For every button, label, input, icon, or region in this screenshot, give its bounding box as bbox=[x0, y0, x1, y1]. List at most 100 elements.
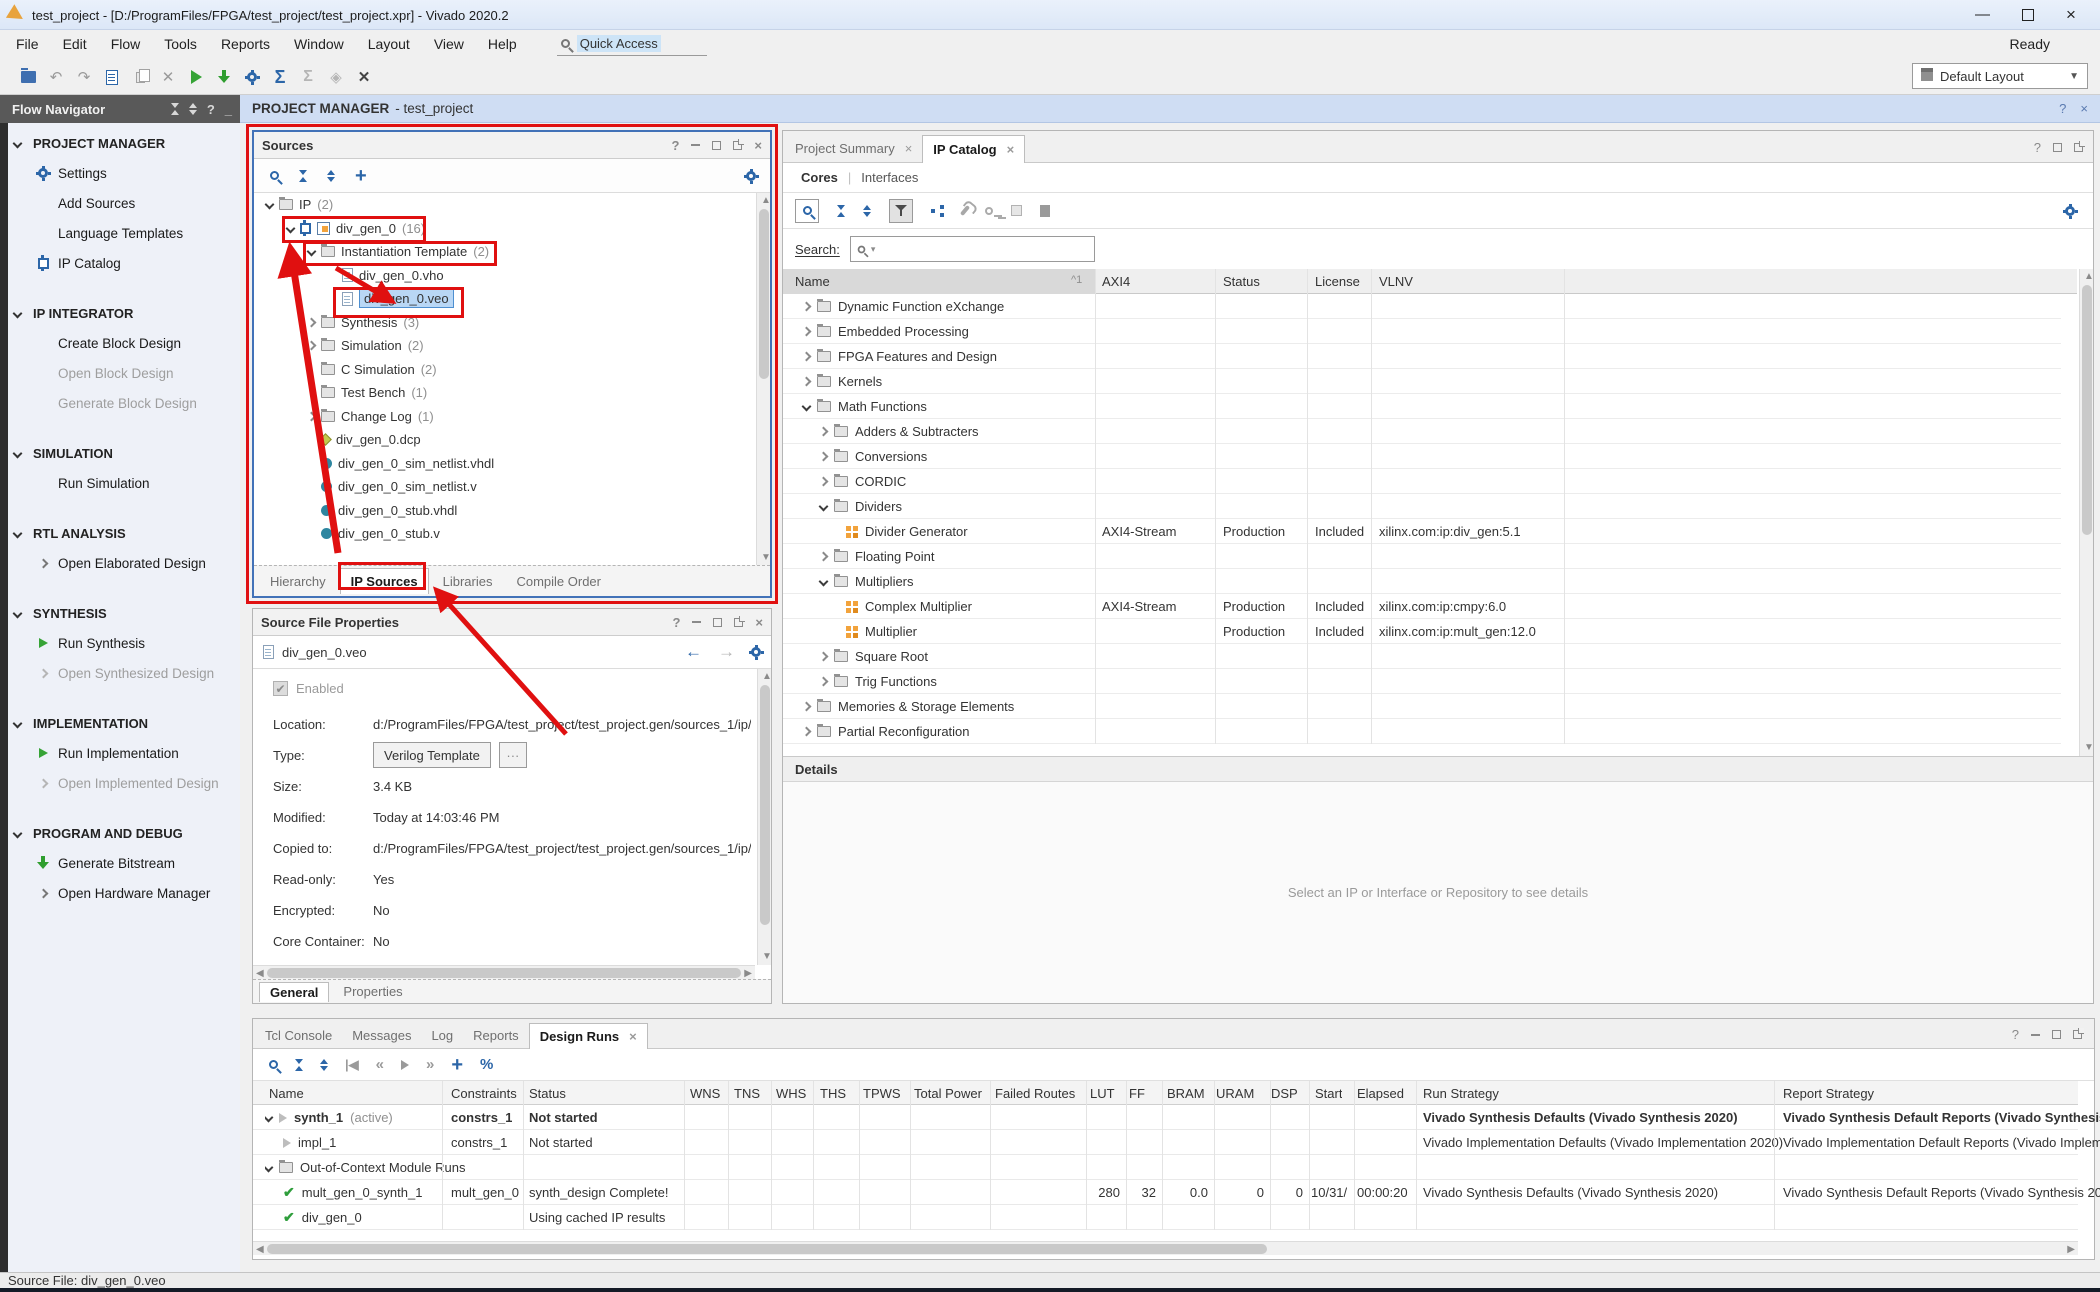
search-icon[interactable] bbox=[269, 1060, 278, 1069]
window-minimize-button[interactable]: — bbox=[1975, 6, 1990, 23]
float-panel-icon[interactable] bbox=[2074, 143, 2083, 152]
tab-messages[interactable]: Messages bbox=[342, 1023, 421, 1049]
tree-item-div-gen-0[interactable]: div_gen_0(16) bbox=[254, 217, 754, 241]
help-icon[interactable]: ? bbox=[2034, 140, 2041, 155]
gear-icon[interactable] bbox=[751, 647, 761, 657]
nav-item-create-block-design[interactable]: Create Block Design bbox=[8, 328, 240, 358]
tab-project-summary[interactable]: Project Summary× bbox=[785, 135, 922, 163]
forward-icon[interactable]: → bbox=[718, 642, 735, 662]
maximize-panel-icon[interactable] bbox=[712, 141, 721, 150]
properties-hscrollbar[interactable]: ◀ ▶ bbox=[253, 965, 755, 979]
help-icon[interactable]: ? bbox=[672, 615, 680, 630]
float-panel-icon[interactable] bbox=[2073, 1030, 2082, 1039]
expand-all-icon[interactable] bbox=[863, 205, 871, 217]
menu-flow[interactable]: Flow bbox=[99, 30, 153, 58]
expand-all-icon[interactable] bbox=[189, 103, 197, 115]
catalog-row-complex-multiplier[interactable]: Complex MultiplierAXI4-StreamProductionI… bbox=[783, 594, 2061, 619]
undo-icon[interactable]: ↶ bbox=[44, 66, 68, 88]
catalog-row-conversions[interactable]: Conversions bbox=[783, 444, 2061, 469]
column-header-status[interactable]: Status bbox=[1223, 269, 1260, 294]
expand-all-icon[interactable] bbox=[327, 170, 335, 182]
tree-item-c-simulation[interactable]: C Simulation(2) bbox=[254, 358, 754, 382]
column-header-total-power[interactable]: Total Power bbox=[914, 1081, 982, 1105]
tab-general[interactable]: General bbox=[259, 982, 329, 1002]
gear-icon[interactable] bbox=[746, 171, 756, 181]
tab-hierarchy[interactable]: Hierarchy bbox=[260, 568, 336, 594]
document-icon[interactable] bbox=[100, 66, 124, 88]
catalog-search-input[interactable]: ▾ bbox=[850, 236, 1095, 262]
column-header-tpws[interactable]: TPWS bbox=[863, 1081, 901, 1105]
column-header-elapsed[interactable]: Elapsed bbox=[1357, 1081, 1404, 1105]
maximize-panel-icon[interactable] bbox=[2052, 1030, 2061, 1039]
tab-tcl-console[interactable]: Tcl Console bbox=[255, 1023, 342, 1049]
nav-item-open-elaborated-design[interactable]: Open Elaborated Design bbox=[8, 548, 240, 578]
help-icon[interactable]: ? bbox=[207, 102, 215, 117]
collapse-all-icon[interactable] bbox=[295, 1059, 303, 1071]
catalog-row-adders-subtracters[interactable]: Adders & Subtracters bbox=[783, 419, 2061, 444]
menu-reports[interactable]: Reports bbox=[209, 30, 282, 58]
menu-tools[interactable]: Tools bbox=[152, 30, 209, 58]
tree-item-ip[interactable]: IP(2) bbox=[254, 193, 754, 217]
catalog-row-partial-reconfiguration[interactable]: Partial Reconfiguration bbox=[783, 719, 2061, 744]
generate-bitstream-icon[interactable] bbox=[212, 66, 236, 88]
column-header-tns[interactable]: TNS bbox=[734, 1081, 760, 1105]
run-icon[interactable] bbox=[184, 66, 208, 88]
catalog-row-multiplier[interactable]: MultiplierProductionIncludedxilinx.com:i… bbox=[783, 619, 2061, 644]
column-header-axi4[interactable]: AXI4 bbox=[1102, 269, 1130, 294]
tree-item-change-log[interactable]: Change Log(1) bbox=[254, 405, 754, 429]
nav-item-open-hardware-manager[interactable]: Open Hardware Manager bbox=[8, 878, 240, 908]
nav-section-header-project-manager[interactable]: PROJECT MANAGER bbox=[8, 128, 240, 158]
tab-ip-sources[interactable]: IP Sources bbox=[340, 568, 429, 594]
back-icon[interactable]: ← bbox=[685, 642, 702, 662]
nav-section-header-rtl-analysis[interactable]: RTL ANALYSIS bbox=[8, 518, 240, 548]
tree-item-div-gen-0-sim-netlist-vhdl[interactable]: div_gen_0_sim_netlist.vhdl bbox=[254, 452, 754, 476]
close-icon[interactable]: × bbox=[755, 615, 763, 630]
catalog-row-cordic[interactable]: CORDIC bbox=[783, 469, 2061, 494]
catalog-row-kernels[interactable]: Kernels bbox=[783, 369, 2061, 394]
collapse-all-icon[interactable] bbox=[299, 170, 307, 182]
menu-file[interactable]: File bbox=[4, 30, 51, 58]
tree-item-simulation[interactable]: Simulation(2) bbox=[254, 334, 754, 358]
collapse-all-icon[interactable] bbox=[171, 103, 179, 115]
nav-section-header-simulation[interactable]: SIMULATION bbox=[8, 438, 240, 468]
subtab-cores[interactable]: Cores bbox=[801, 170, 838, 185]
quick-access-box[interactable]: Quick Access bbox=[557, 32, 707, 56]
column-header-failed-routes[interactable]: Failed Routes bbox=[995, 1081, 1075, 1105]
catalog-row-memories-storage-elements[interactable]: Memories & Storage Elements bbox=[783, 694, 2061, 719]
run-row-out-of-context-module-runs[interactable]: Out-of-Context Module Runs bbox=[253, 1155, 2078, 1180]
subtab-interfaces[interactable]: Interfaces bbox=[861, 170, 918, 185]
tree-item-synthesis[interactable]: Synthesis(3) bbox=[254, 311, 754, 335]
menu-help[interactable]: Help bbox=[476, 30, 529, 58]
run-row-impl-1[interactable]: impl_1constrs_1Not startedVivado Impleme… bbox=[253, 1130, 2078, 1155]
search-icon[interactable] bbox=[270, 171, 279, 180]
tab-libraries[interactable]: Libraries bbox=[433, 568, 503, 594]
column-header-ths[interactable]: THS bbox=[820, 1081, 846, 1105]
column-header-dsp[interactable]: DSP bbox=[1271, 1081, 1298, 1105]
float-panel-icon[interactable] bbox=[734, 618, 743, 627]
tag-icon[interactable]: ◈ bbox=[324, 66, 348, 88]
catalog-row-math-functions[interactable]: Math Functions bbox=[783, 394, 2061, 419]
column-header-vlnv[interactable]: VLNV bbox=[1379, 269, 1413, 294]
minimize-panel-icon[interactable] bbox=[2031, 1034, 2040, 1036]
column-header-ff[interactable]: FF bbox=[1129, 1081, 1145, 1105]
tree-item-div-gen-0-vho[interactable]: div_gen_0.vho bbox=[254, 264, 754, 288]
column-header-uram[interactable]: URAM bbox=[1216, 1081, 1254, 1105]
close-icon[interactable]: × bbox=[629, 1029, 637, 1044]
run-row-div-gen-0[interactable]: ✔div_gen_0Using cached IP results bbox=[253, 1205, 2078, 1230]
tab-log[interactable]: Log bbox=[421, 1023, 463, 1049]
nav-item-run-synthesis[interactable]: Run Synthesis bbox=[8, 628, 240, 658]
catalog-row-embedded-processing[interactable]: Embedded Processing bbox=[783, 319, 2061, 344]
tree-item-div-gen-0-stub-vhdl[interactable]: div_gen_0_stub.vhdl bbox=[254, 499, 754, 523]
ellipsis-button[interactable]: ··· bbox=[499, 742, 527, 768]
tree-item-div-gen-0-veo[interactable]: div_gen_0.veo bbox=[254, 287, 754, 311]
nav-item-generate-bitstream[interactable]: Generate Bitstream bbox=[8, 848, 240, 878]
nav-item-settings[interactable]: Settings bbox=[8, 158, 240, 188]
tab-compile-order[interactable]: Compile Order bbox=[506, 568, 611, 594]
column-header-license[interactable]: License bbox=[1315, 269, 1360, 294]
window-maximize-button[interactable] bbox=[2022, 9, 2034, 21]
column-header-bram[interactable]: BRAM bbox=[1167, 1081, 1205, 1105]
minimize-panel-icon[interactable] bbox=[691, 144, 700, 146]
column-header-wns[interactable]: WNS bbox=[690, 1081, 720, 1105]
nav-item-language-templates[interactable]: Language Templates bbox=[8, 218, 240, 248]
column-header-lut[interactable]: LUT bbox=[1090, 1081, 1115, 1105]
